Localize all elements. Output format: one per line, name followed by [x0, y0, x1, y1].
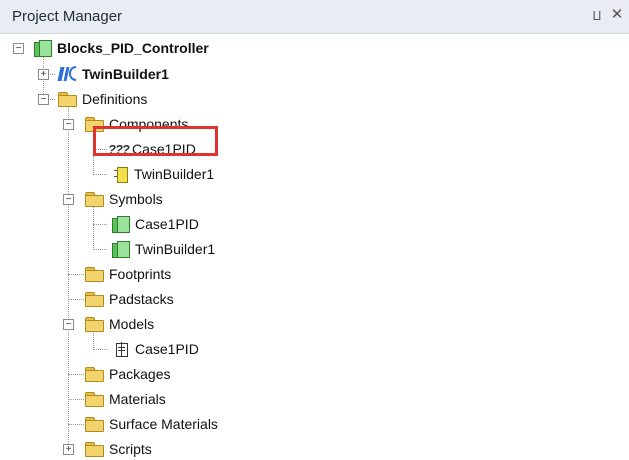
tree-connector: [93, 205, 94, 250]
tree-connector: [68, 274, 86, 275]
panel-titlebar: Project Manager ⨿ ✕: [0, 0, 629, 34]
tree-node-label: TwinBuilder1: [134, 166, 215, 182]
folder-icon: [85, 392, 104, 407]
tree-connector: [93, 249, 107, 250]
model-icon: [114, 341, 129, 357]
tree-connector: [68, 299, 86, 300]
tree-node-twinbuilder1[interactable]: TwinBuilder1: [57, 63, 169, 85]
tree-node-symbols-twinbuilder1[interactable]: TwinBuilder1: [112, 238, 215, 260]
folder-icon: [85, 367, 104, 382]
tree-node-models-case1pid[interactable]: Case1PID: [114, 338, 199, 360]
tree-node-label: Symbols: [109, 191, 163, 207]
highlight-box: [93, 126, 218, 156]
close-icon[interactable]: ✕: [609, 7, 625, 23]
tree-node-label: Materials: [109, 391, 166, 407]
tree-node-components-twinbuilder1[interactable]: TwinBuilder1: [114, 163, 214, 185]
tree-node-label: Case1PID: [135, 216, 199, 232]
tree-node-label: Footprints: [109, 266, 172, 282]
expand-toggle-components[interactable]: −: [63, 119, 74, 130]
symbol-icon: [112, 215, 130, 233]
tree-connector: [68, 424, 86, 425]
expand-toggle-symbols[interactable]: −: [63, 194, 74, 205]
tree-connector: [68, 106, 69, 452]
tree-node-footprints[interactable]: Footprints: [85, 263, 171, 285]
tree-connector: [68, 374, 86, 375]
tree-node-models[interactable]: Models: [85, 313, 154, 335]
folder-icon: [85, 417, 104, 432]
tree-node-symbols-case1pid[interactable]: Case1PID: [112, 213, 199, 235]
tree-node-root[interactable]: Blocks_PID_Controller: [34, 37, 209, 59]
folder-icon: [85, 292, 104, 307]
expand-toggle-definitions[interactable]: −: [38, 94, 49, 105]
tree-connector: [93, 349, 107, 350]
tree-node-label: TwinBuilder1: [135, 241, 216, 257]
twinbuilder-icon: [57, 65, 76, 83]
folder-icon: [85, 267, 104, 282]
tree-node-symbols[interactable]: Symbols: [85, 188, 163, 210]
tree-node-label: Padstacks: [109, 291, 174, 307]
tree-node-materials[interactable]: Materials: [85, 388, 166, 410]
tree-node-label: Packages: [109, 366, 171, 382]
tree-node-definitions[interactable]: Definitions: [58, 88, 147, 110]
tree-node-label: Scripts: [109, 441, 152, 457]
panel-title: Project Manager: [12, 8, 123, 25]
tree-node-label: TwinBuilder1: [82, 66, 169, 82]
symbol-icon: [112, 240, 130, 258]
folder-icon: [85, 317, 104, 332]
tree-connector: [93, 224, 107, 225]
pin-icon[interactable]: ⨿: [590, 9, 604, 23]
expand-toggle-scripts[interactable]: +: [63, 444, 74, 455]
tree-connector: [93, 174, 107, 175]
folder-icon: [85, 442, 104, 457]
tree-node-label: Blocks_PID_Controller: [57, 40, 209, 56]
tree-node-padstacks[interactable]: Padstacks: [85, 288, 174, 310]
expand-toggle-twinbuilder1[interactable]: +: [38, 69, 49, 80]
tree-node-packages[interactable]: Packages: [85, 363, 170, 385]
tree-node-surface-materials[interactable]: Surface Materials: [85, 413, 218, 435]
component-icon: [114, 166, 128, 183]
folder-icon: [58, 92, 77, 107]
expand-toggle-root[interactable]: −: [13, 43, 24, 54]
tree-connector: [68, 399, 86, 400]
design-icon: [34, 39, 52, 57]
tree-node-label: Definitions: [82, 91, 148, 107]
tree-node-label: Case1PID: [135, 341, 199, 357]
tree-node-label: Surface Materials: [109, 416, 218, 432]
expand-toggle-models[interactable]: −: [63, 319, 74, 330]
folder-icon: [85, 192, 104, 207]
project-tree: − + − − − − + Blocks_PID_Controller Twin…: [0, 34, 629, 457]
tree-node-label: Models: [109, 316, 155, 332]
